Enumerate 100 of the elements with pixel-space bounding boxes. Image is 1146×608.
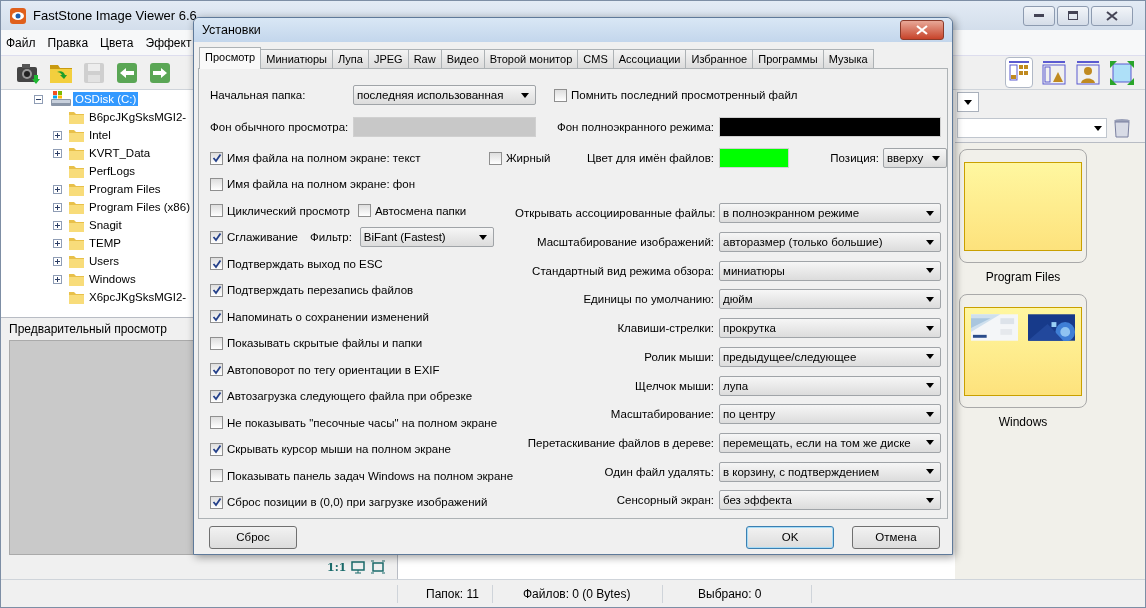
color-swatch[interactable] <box>719 117 941 137</box>
dropdown[interactable]: по центру <box>719 404 941 425</box>
maximize-button[interactable] <box>1057 5 1089 26</box>
thumbnail-card[interactable] <box>959 149 1087 263</box>
checkbox[interactable]: Автоповорот по тегу ориентации в EXIF <box>210 363 440 377</box>
expand-icon[interactable] <box>53 220 62 230</box>
checkbox[interactable]: Циклический просмотр <box>210 204 350 218</box>
dropdown[interactable]: лупа <box>719 375 941 396</box>
dropdown[interactable]: авторазмер (только большие) <box>719 232 941 252</box>
tab[interactable]: Видео <box>440 49 485 68</box>
tab[interactable]: Второй монитор <box>483 49 579 68</box>
tree-item[interactable]: Windows <box>87 272 138 286</box>
menu-item[interactable]: Файл <box>1 35 41 50</box>
tab[interactable]: JPEG <box>367 49 409 68</box>
expand-icon[interactable] <box>53 148 62 158</box>
dropdown[interactable]: предыдущее/следующее <box>719 346 941 367</box>
checkbox[interactable]: Сглаживание <box>210 230 299 244</box>
color-swatch[interactable] <box>719 148 789 168</box>
frame-icon[interactable] <box>370 560 387 574</box>
dialog-button[interactable]: Отмена <box>852 525 940 549</box>
caret-icon <box>926 296 934 302</box>
caret-icon <box>926 440 934 446</box>
tree-item[interactable]: Program Files (x86) <box>87 200 192 214</box>
thumbnail-card[interactable] <box>959 294 1087 408</box>
minimize-button[interactable] <box>1023 5 1055 26</box>
checkbox[interactable]: Имя файла на полном экране: фон <box>210 177 416 191</box>
checkbox[interactable]: Напоминать о сохранении изменений <box>210 310 429 324</box>
close-button[interactable] <box>1091 5 1133 26</box>
status-text: Файлов: 0 (0 Bytes) <box>492 584 662 603</box>
dropdown[interactable]: дюйм <box>719 289 941 310</box>
close-button[interactable] <box>900 20 944 40</box>
color-swatch[interactable] <box>353 117 536 137</box>
checkbox[interactable]: Автозагрузка следующего файла при обрезке <box>210 389 473 403</box>
dropdown[interactable]: без эффекта <box>719 490 941 511</box>
fit-icon[interactable] <box>350 560 367 574</box>
fullscreen-icon[interactable] <box>1109 59 1135 86</box>
checkbox[interactable]: Жирный <box>489 151 551 165</box>
collapse-icon[interactable] <box>34 94 43 104</box>
tab[interactable]: Raw <box>407 49 442 68</box>
checkbox[interactable]: Скрывать курсор мыши на полном экране <box>210 442 451 456</box>
dropdown[interactable]: вверху <box>883 148 947 168</box>
tab[interactable]: Ассоциации <box>612 49 687 68</box>
folder-icon <box>68 199 85 215</box>
dropdown[interactable]: прокрутка <box>719 318 941 339</box>
trash-icon[interactable] <box>1113 118 1131 138</box>
checkbox[interactable]: Не показывать "песочные часы" на полном экране <box>210 416 498 430</box>
checkbox[interactable]: Имя файла на полном экране: текст <box>210 151 421 165</box>
dropdown[interactable]: в корзину, с подтверждением <box>719 461 941 482</box>
tree-item[interactable]: Snagit <box>87 218 124 232</box>
expand-icon[interactable] <box>53 130 62 140</box>
tree-item[interactable]: X6pcJKgSksMGI2- <box>87 290 189 304</box>
caret-icon <box>926 411 934 417</box>
tree-item[interactable]: KVRT_Data <box>87 146 153 160</box>
checkbox[interactable]: Показывать панель задач Windows на полном экране <box>210 469 514 483</box>
checkbox[interactable]: Подтверждать выход по ESC <box>210 257 383 271</box>
expand-icon[interactable] <box>53 202 62 212</box>
field-label: Сенсорный экран: <box>615 494 715 507</box>
folder-icon <box>68 217 85 233</box>
menu-item[interactable]: Цвета <box>95 35 139 50</box>
checkbox[interactable]: Автосмена папки <box>357 204 467 218</box>
close-icon <box>1106 10 1118 21</box>
thumbnail-view-button[interactable] <box>1005 57 1033 88</box>
dropdown[interactable]: последняя использованная <box>353 85 536 105</box>
preview-view-icon[interactable] <box>1041 59 1067 86</box>
dialog-button[interactable]: OK <box>746 525 834 549</box>
checkbox[interactable]: Подтверждать перезапись файлов <box>210 283 414 297</box>
dropdown[interactable]: миниатюры <box>719 260 941 281</box>
dialog-button[interactable]: Сброс <box>209 525 297 549</box>
checkbox[interactable]: Помнить последний просмотренный файл <box>554 88 798 102</box>
dropdown[interactable]: в полноэкранном режиме <box>719 203 941 224</box>
check-icon <box>211 285 222 296</box>
tree-item[interactable]: Program Files <box>87 182 163 196</box>
tree-item[interactable]: TEMP <box>87 236 123 250</box>
dropdown[interactable]: перемещать, если на том же диске <box>719 432 941 453</box>
menu-item[interactable]: Правка <box>42 35 94 50</box>
tab[interactable]: Просмотр <box>199 47 262 69</box>
checkbox[interactable]: Сброс позиции в (0,0) при загрузке изображений <box>210 495 488 509</box>
tab[interactable]: Избранное <box>685 49 754 68</box>
tree-item[interactable]: B6pcJKgSksMGI2- <box>87 110 189 124</box>
expand-icon[interactable] <box>53 184 62 194</box>
expand-icon[interactable] <box>53 256 62 266</box>
zoom-button[interactable]: 1:1 <box>327 560 347 574</box>
tab[interactable]: Лупа <box>331 49 369 68</box>
tab[interactable]: Музыка <box>822 49 874 68</box>
tab[interactable]: Программы <box>752 49 824 68</box>
dropdown[interactable] <box>957 92 979 112</box>
expand-icon[interactable] <box>53 274 62 284</box>
menu-item[interactable]: Эффект <box>140 35 197 50</box>
checkbox[interactable]: Показывать скрытые файлы и папки <box>210 336 423 350</box>
person-view-icon[interactable] <box>1075 59 1101 86</box>
tab[interactable]: CMS <box>577 49 614 68</box>
expand-icon[interactable] <box>53 238 62 248</box>
tree-item[interactable]: Users <box>87 254 122 268</box>
path-field[interactable] <box>957 118 1107 138</box>
dropdown[interactable]: BiFant (Fastest) <box>359 227 494 248</box>
folder-icon <box>68 235 85 251</box>
panel-title: Предварительный просмотр <box>9 322 167 336</box>
tree-item[interactable]: Intel <box>87 128 113 142</box>
tab[interactable]: Миниатюры <box>260 49 333 68</box>
tree-item[interactable]: PerfLogs <box>87 164 138 178</box>
